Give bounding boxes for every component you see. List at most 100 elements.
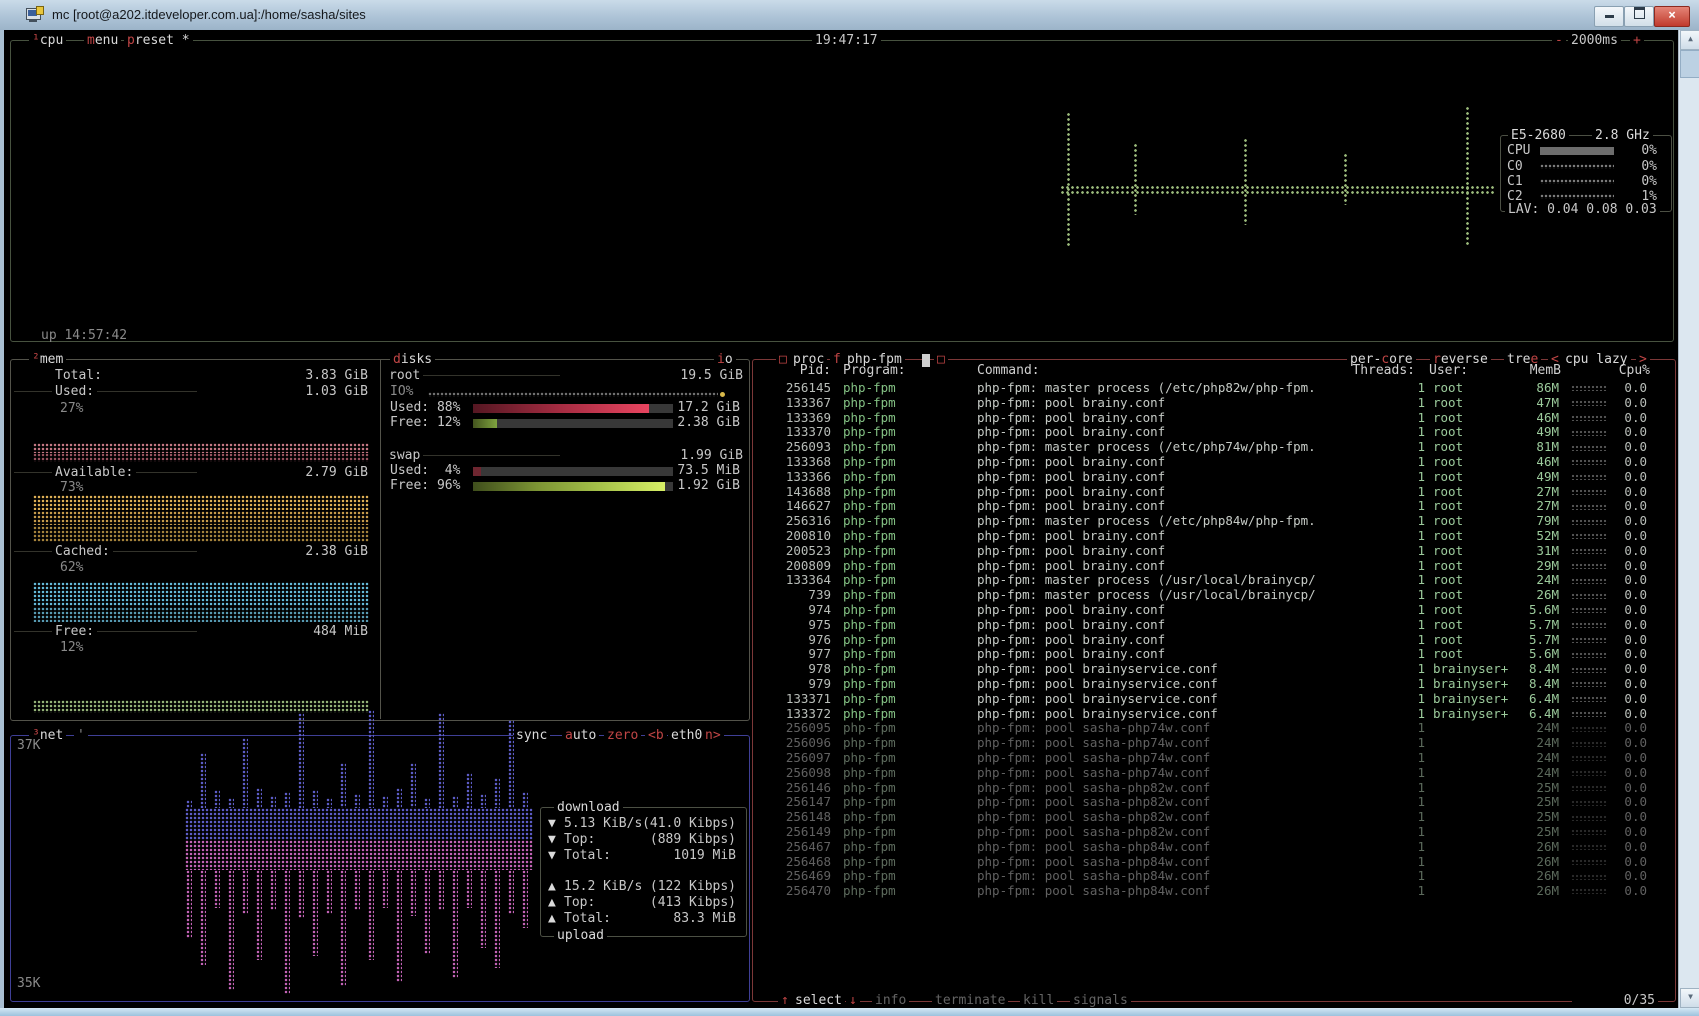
info-button[interactable]: info [872,993,909,1008]
close-button[interactable]: × [1654,6,1690,27]
process-row[interactable]: 979php-fpmphp-fpm: pool brainyservice.co… [752,677,1657,692]
process-row[interactable]: 146627php-fpmphp-fpm: pool brainy.conf1r… [752,499,1657,514]
select-up-arrow[interactable]: ↑ [778,993,792,1008]
maximize-button[interactable] [1624,6,1654,27]
select-down-arrow[interactable]: ↓ [846,993,860,1008]
mem-used-graph [33,443,369,453]
process-row[interactable]: 256145php-fpmphp-fpm: master process (/e… [752,381,1657,396]
mem-total-label: Total: [55,368,102,383]
process-row[interactable]: 256470php-fpmphp-fpm: pool sasha-php84w.… [752,884,1657,899]
process-row[interactable]: 256096php-fpmphp-fpm: pool sasha-php74w.… [752,736,1657,751]
mem-free-percent: 12% [60,640,83,655]
filter-clear-marker[interactable]: □ [934,352,948,367]
process-row[interactable]: 133364php-fpmphp-fpm: master process (/u… [752,573,1657,588]
terminate-button[interactable]: terminate [932,993,1008,1008]
process-row[interactable]: 200523php-fpmphp-fpm: pool brainy.conf1r… [752,544,1657,559]
process-row[interactable]: 975php-fpmphp-fpm: pool brainy.conf1root… [752,618,1657,633]
mem-used-graph [33,453,369,462]
process-row[interactable]: 256097php-fpmphp-fpm: pool sasha-php74w.… [752,751,1657,766]
net-next-interface-button[interactable]: n> [702,728,724,743]
scrollbar-thumb[interactable] [1680,50,1699,78]
mem-disks-divider [380,359,381,719]
process-pid: 133367 [752,396,831,411]
process-program: php-fpm [843,840,967,855]
preset-button[interactable]: preset * [124,33,193,48]
process-row[interactable]: 256146php-fpmphp-fpm: pool sasha-php82w.… [752,781,1657,796]
process-row[interactable]: 200810php-fpmphp-fpm: pool brainy.conf1r… [752,529,1657,544]
scrollbar-down-button[interactable]: ▼ [1680,988,1699,1008]
process-cpu: 0.0 [1607,855,1647,870]
scrollbar-up-button[interactable]: ▲ [1680,30,1699,50]
process-row[interactable]: 256148php-fpmphp-fpm: pool sasha-php82w.… [752,810,1657,825]
process-program: php-fpm [843,440,967,455]
menu-button[interactable]: menu [84,33,121,48]
interval-decrease-button[interactable]: - [1552,33,1566,48]
process-row[interactable]: 974php-fpmphp-fpm: pool brainy.conf1root… [752,603,1657,618]
column-header-mem[interactable]: MemB [1481,363,1561,378]
interval-increase-button[interactable]: + [1630,33,1644,48]
process-row[interactable]: 977php-fpmphp-fpm: pool brainy.conf1root… [752,647,1657,662]
process-usage-graph [1571,829,1607,835]
process-mem: 8.4M [1529,677,1559,692]
column-header-program[interactable]: Program: [843,363,906,378]
process-mem: 8.4M [1529,662,1559,677]
process-command: php-fpm: pool sasha-php74w.conf [977,721,1315,736]
mem-free-value: 484 MiB [197,624,371,639]
process-row[interactable]: 143688php-fpmphp-fpm: pool brainy.conf1r… [752,485,1657,500]
process-program: php-fpm [843,603,967,618]
process-row[interactable]: 256147php-fpmphp-fpm: pool sasha-php82w.… [752,795,1657,810]
process-pid: 975 [752,618,831,633]
process-row[interactable]: 256095php-fpmphp-fpm: pool sasha-php74w.… [752,721,1657,736]
column-header-cpu[interactable]: Cpu% [1570,363,1650,378]
net-prev-interface-button[interactable]: <b [645,728,667,743]
cpu-graph-spike [1066,112,1071,247]
process-program: php-fpm [843,766,967,781]
process-row[interactable]: 739php-fpmphp-fpm: master process (/usr/… [752,588,1657,603]
upload-arrow-icon: ▲ [548,895,556,910]
process-row[interactable]: 256149php-fpmphp-fpm: pool sasha-php82w.… [752,825,1657,840]
process-row[interactable]: 256467php-fpmphp-fpm: pool sasha-php84w.… [752,840,1657,855]
window-titlebar[interactable]: mc [root@a202.itdeveloper.com.ua]:/home/… [0,0,1699,31]
process-program: php-fpm [843,825,967,840]
filter-key[interactable]: f [830,352,844,367]
process-row[interactable]: 133369php-fpmphp-fpm: pool brainy.conf1r… [752,411,1657,426]
process-row[interactable]: 200809php-fpmphp-fpm: pool brainy.conf1r… [752,559,1657,574]
process-row[interactable]: 256469php-fpmphp-fpm: pool sasha-php84w.… [752,869,1657,884]
process-row[interactable]: 256093php-fpmphp-fpm: master process (/e… [752,440,1657,455]
column-header-threads[interactable]: Threads: [1315,363,1415,378]
process-row[interactable]: 133367php-fpmphp-fpm: pool brainy.conf1r… [752,396,1657,411]
process-pid: 256146 [752,781,831,796]
process-row[interactable]: 133372php-fpmphp-fpm: pool brainyservice… [752,707,1657,722]
process-row[interactable]: 133366php-fpmphp-fpm: pool brainy.conf1r… [752,470,1657,485]
process-row[interactable]: 133368php-fpmphp-fpm: pool brainy.conf1r… [752,455,1657,470]
process-command: php-fpm: pool sasha-php82w.conf [977,795,1315,810]
process-row[interactable]: 976php-fpmphp-fpm: pool brainy.conf1root… [752,633,1657,648]
net-sync-button[interactable]: sync [513,728,550,743]
cpu-frequency: 2.8 GHz [1592,128,1653,143]
minimize-button[interactable] [1594,6,1624,27]
net-auto-button[interactable]: auto [562,728,599,743]
process-row[interactable]: 256468php-fpmphp-fpm: pool sasha-php84w.… [752,855,1657,870]
process-row[interactable]: 256316php-fpmphp-fpm: master process (/e… [752,514,1657,529]
column-header-command[interactable]: Command: [977,363,1040,378]
io-mode-button[interactable]: io [714,352,736,367]
column-header-pid[interactable]: Pid: [752,363,831,378]
net-interface-name: eth0 [668,728,705,743]
net-zero-button[interactable]: zero [604,728,641,743]
process-threads: 1 [1315,707,1425,722]
process-mem: 5.6M [1529,603,1559,618]
select-button[interactable]: select [792,993,845,1008]
signals-button[interactable]: signals [1070,993,1131,1008]
process-row[interactable]: 978php-fpmphp-fpm: pool brainyservice.co… [752,662,1657,677]
column-header-user[interactable]: User: [1429,363,1468,378]
process-program: php-fpm [843,499,967,514]
process-row[interactable]: 256098php-fpmphp-fpm: pool sasha-php74w.… [752,766,1657,781]
process-program: php-fpm [843,869,967,884]
process-row[interactable]: 133370php-fpmphp-fpm: pool brainy.conf1r… [752,425,1657,440]
process-row[interactable]: 133371php-fpmphp-fpm: pool brainyservice… [752,692,1657,707]
terminal-scrollbar[interactable]: ▲ ▼ [1678,30,1699,1008]
process-threads: 1 [1315,795,1425,810]
mem-free-label: Free: [52,624,97,639]
kill-button[interactable]: kill [1020,993,1057,1008]
process-cpu: 0.0 [1607,588,1647,603]
